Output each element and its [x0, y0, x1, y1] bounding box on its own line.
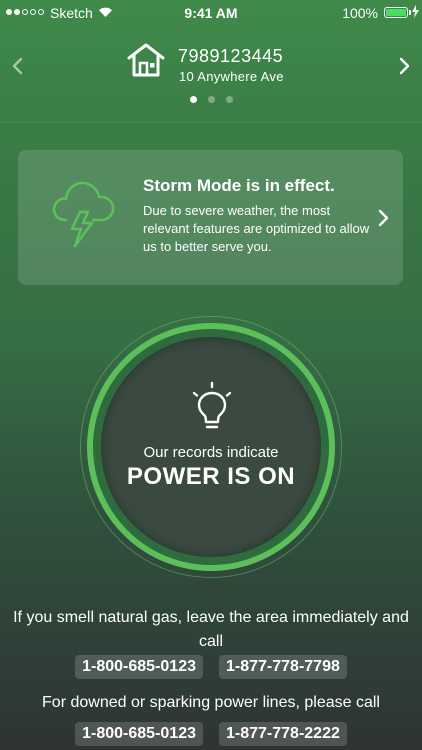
- gas-phone-button[interactable]: 1-877-778-7798: [219, 655, 347, 679]
- power-records-label: Our records indicate: [143, 444, 279, 461]
- page-dot: [207, 96, 215, 103]
- account-number: 7989123445: [178, 46, 284, 66]
- power-lines-phone-row: 1-800-685-0123 1-877-778-2222: [0, 722, 422, 746]
- charging-bolt-icon: [412, 5, 419, 18]
- battery-icon: [384, 7, 408, 18]
- gas-phone-row: 1-800-685-0123 1-877-778-7798: [0, 655, 422, 679]
- storm-cloud-icon: [52, 181, 115, 248]
- gas-warning-text: If you smell natural gas, leave the area…: [13, 609, 409, 650]
- lightbulb-icon: [192, 381, 232, 429]
- page-dot: [225, 96, 233, 103]
- power-lines-phone-button[interactable]: 1-800-685-0123: [75, 722, 203, 746]
- previous-account-button[interactable]: [8, 56, 28, 76]
- gas-phone-button[interactable]: 1-800-685-0123: [75, 655, 203, 679]
- account-page-indicator[interactable]: [0, 96, 422, 103]
- next-account-button[interactable]: [394, 56, 414, 76]
- storm-mode-description: Due to severe weather, the most relevant…: [143, 203, 370, 254]
- power-lines-phone-button[interactable]: 1-877-778-2222: [219, 722, 347, 746]
- chevron-right-icon: [378, 209, 389, 227]
- battery-percentage: 100%: [342, 5, 378, 21]
- page-dot: [189, 96, 197, 103]
- storm-mode-title: Storm Mode is in effect.: [143, 176, 335, 195]
- account-address: 10 Anywhere Ave: [179, 69, 284, 84]
- power-status-text: POWER IS ON: [126, 463, 296, 490]
- storm-mode-card[interactable]: Storm Mode is in effect. Due to severe w…: [18, 150, 403, 285]
- account-switcher: 7989123445 10 Anywhere Ave: [0, 26, 422, 123]
- status-bar: Sketch 9:41 AM 100%: [0, 0, 422, 26]
- power-lines-warning-text: For downed or sparking power lines, plea…: [42, 694, 380, 711]
- house-icon: [127, 43, 165, 77]
